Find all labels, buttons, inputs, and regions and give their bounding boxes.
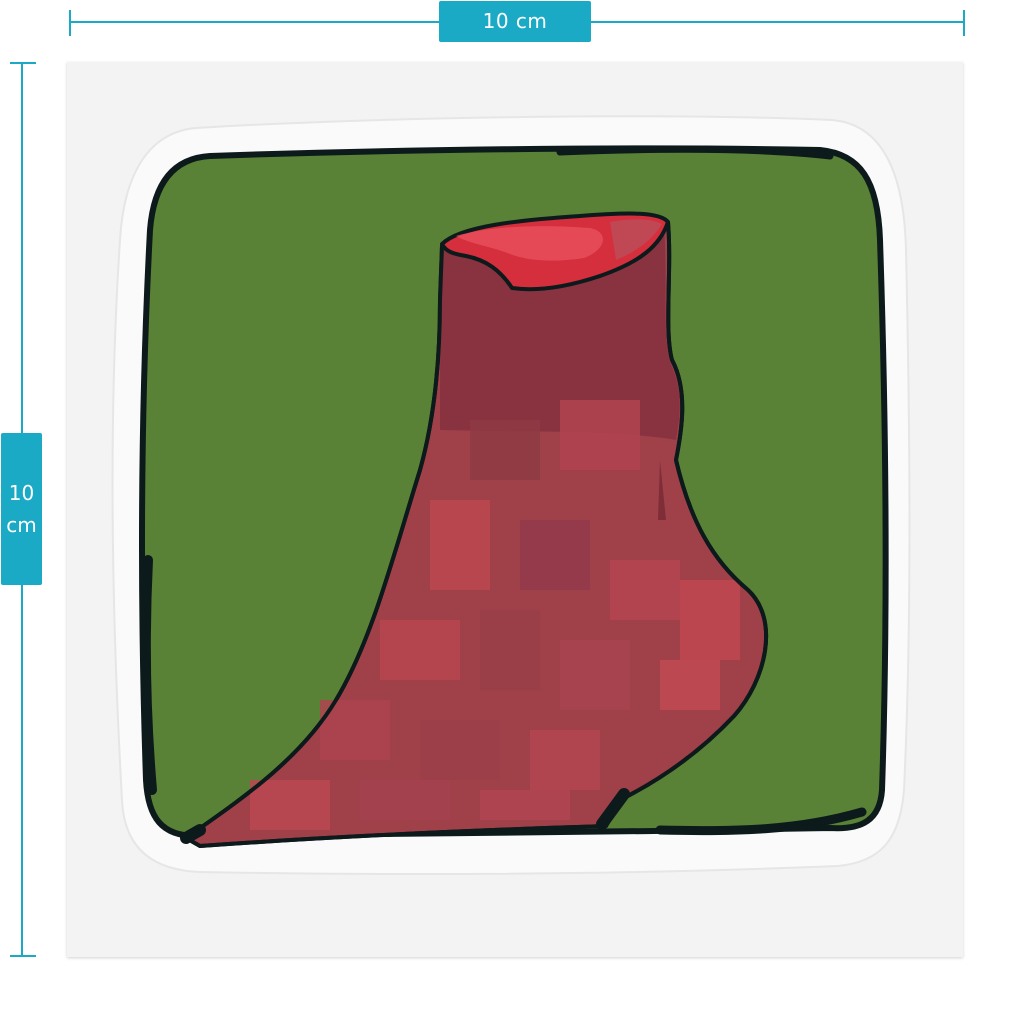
product-preview: 10 cm 10 cm	[0, 0, 1024, 1024]
toe-mark	[180, 824, 206, 844]
outline-accent-left	[140, 555, 157, 795]
sock-sticker-icon	[111, 115, 911, 875]
